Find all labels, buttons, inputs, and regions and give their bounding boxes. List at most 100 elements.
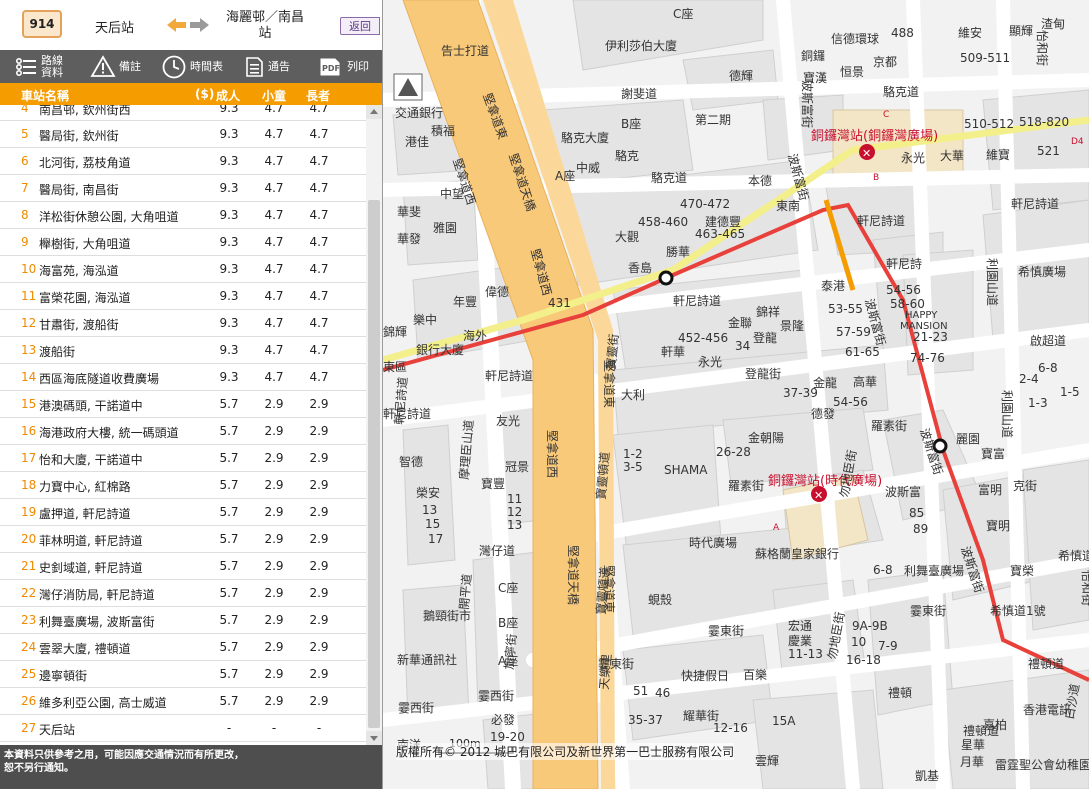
building-label: 星華 [961,738,985,752]
building-label: 榮安 [416,485,440,500]
fare-row[interactable]: 18 力寶中心, 紅棉路 5.7 2.9 2.9 [0,472,366,499]
bus-stop-marker[interactable] [658,270,674,286]
fare-row[interactable]: 5 醫局街, 欽州街 9.3 4.7 4.7 [0,121,366,148]
building-label: 74-76 [910,351,945,365]
building-label: 波斯富 [885,484,921,499]
fare-row[interactable]: 9 櫸樹街, 大角咀道 9.3 4.7 4.7 [0,229,366,256]
building-label: 寶榮 [1010,563,1034,578]
fare-row[interactable]: 27 天后站 - - - [0,715,366,742]
fare-row[interactable]: 12 甘肅街, 渡船街 9.3 4.7 4.7 [0,310,366,337]
notice-button[interactable]: 通告 [243,50,290,83]
fare-row[interactable]: 20 菲林明道, 軒尼詩道 5.7 2.9 2.9 [0,526,366,553]
fare-row[interactable]: 23 利舞臺廣場, 波斯富街 5.7 2.9 2.9 [0,607,366,634]
fare-row[interactable]: 24 雲翠大廈, 禮頓道 5.7 2.9 2.9 [0,634,366,661]
fare-row[interactable]: 22 灣仔消防局, 軒尼詩道 5.7 2.9 2.9 [0,580,366,607]
remarks-button[interactable]: 備註 [90,50,141,83]
fare-child: 4.7 [264,343,284,357]
building-label: 信德環球 [831,31,879,46]
svg-text:PDF: PDF [322,64,340,73]
building-label: 12-16 [713,721,748,735]
fare-row[interactable]: 8 洋松街休憩公園, 大角咀道 9.3 4.7 4.7 [0,202,366,229]
building-label: 15A [772,714,796,728]
building-label: 54-56 [886,283,921,297]
building-label: 時代廣場 [689,536,737,550]
fare-adult: 5.7 [219,586,239,600]
fare-row[interactable]: 25 邊寧頓街 5.7 2.9 2.9 [0,661,366,688]
building-label: 13 [422,503,437,517]
fare-adult: 9.3 [219,262,239,276]
building-label: 26-28 [716,445,751,459]
building-label: 6-8 [1038,361,1058,375]
col-senior: 長者 [306,89,331,103]
fare-senior: 2.9 [309,667,329,681]
fare-adult: 9.3 [219,316,239,330]
fare-list-scrollbar[interactable] [366,105,382,745]
building-label: 銀行大廈 [416,342,464,357]
fare-senior: 4.7 [309,127,329,141]
fare-row[interactable]: 4 南昌邨, 欽州街西 9.3 4.7 4.7 [0,105,366,121]
fare-senior: 4.7 [309,316,329,330]
scroll-down-arrow-icon[interactable] [366,731,382,745]
fare-list[interactable]: 4 南昌邨, 欽州街西 9.3 4.7 4.7 5 醫局街, 欽州街 9.3 4.7 4.7 6 北河… [0,105,366,745]
fare-row[interactable]: 6 北河街, 荔枝角道 9.3 4.7 4.7 [0,148,366,175]
building-label: 518-820 [1019,115,1069,129]
print-button[interactable]: PDF 列印 [318,50,369,83]
fare-seq: 4 [21,105,29,115]
fare-senior: 2.9 [309,613,329,627]
fare-row[interactable]: 21 史釗域道, 軒尼詩道 5.7 2.9 2.9 [0,553,366,580]
route-info-button[interactable]: 路線資料 [14,50,67,83]
fare-senior: 4.7 [309,181,329,195]
fare-row[interactable]: 19 盧押道, 軒尼詩道 5.7 2.9 2.9 [0,499,366,526]
building-label: 大華 [940,149,964,163]
fare-stop-name: 盧押道, 軒尼詩道 [39,507,131,521]
fare-child: 4.7 [264,316,284,330]
fare-senior: 2.9 [309,505,329,519]
fare-stop-name: 灣仔消防局, 軒尼詩道 [39,588,155,602]
back-button[interactable]: 返回 [340,17,380,35]
timetable-label: 時間表 [190,59,223,73]
building-label: 華發 [397,231,421,246]
building-label: 金朝陽 [748,430,784,445]
fare-row[interactable]: 13 渡船街 9.3 4.7 4.7 [0,337,366,364]
fare-row[interactable]: 14 西區海底隧道收費廣場 9.3 4.7 4.7 [0,364,366,391]
fare-seq: 20 [21,532,37,546]
fare-child: 4.7 [264,208,284,222]
fare-row[interactable]: 16 海港政府大樓, 統一碼頭道 5.7 2.9 2.9 [0,418,366,445]
direction-arrows-icon[interactable] [165,14,211,36]
building-label: 偉德 [485,284,509,299]
building-label: 1-5 [1060,385,1080,399]
fare-row[interactable]: 15 港澳碼頭, 干諾道中 5.7 2.9 2.9 [0,391,366,418]
svg-text:D4: D4 [1071,137,1084,147]
street-label: 利園山道 [985,258,999,306]
mtr-icon[interactable]: ✕ [859,144,875,160]
building-label: 渣甸 [1041,17,1065,31]
fare-seq: 13 [21,343,37,357]
street-label: 霎東街 [910,604,946,618]
map-canvas[interactable]: ✕ ✕ 銅鑼灣站(銅鑼灣廣場) 銅鑼灣站(時代廣場) 軒尼詩道 軒尼詩道 軒尼詩… [383,0,1089,789]
fare-stop-name: 西區海底隧道收費廣場 [39,372,160,386]
street-label: 天樂里 [596,653,614,690]
timetable-button[interactable]: 時間表 [161,50,223,83]
building-label: 新華通訊社 [397,652,457,667]
fare-adult: 5.7 [219,559,239,573]
route-map[interactable]: ✕ ✕ 銅鑼灣站(銅鑼灣廣場) 銅鑼灣站(時代廣場) 軒尼詩道 軒尼詩道 軒尼詩… [383,0,1089,789]
fare-row[interactable]: 7 醫局街, 南昌街 9.3 4.7 4.7 [0,175,366,202]
building-label: A座 [498,653,518,668]
fare-row[interactable]: 26 維多利亞公園, 高士威道 5.7 2.9 2.9 [0,688,366,715]
fare-row[interactable]: 17 怡和大廈, 干諾道中 5.7 2.9 2.9 [0,445,366,472]
scroll-up-arrow-icon[interactable] [366,105,382,119]
fare-child: 4.7 [264,262,284,276]
building-label: 富明 [978,482,1002,497]
scroll-thumb[interactable] [368,200,380,728]
building-label: 慶業 [788,634,812,648]
building-label: 寶明 [986,518,1010,533]
building-label: 57-59 [836,325,871,339]
fare-stop-name: 維多利亞公園, 高士威道 [39,696,167,710]
fare-child: 2.9 [264,478,284,492]
building-label: 11-13 [788,647,823,661]
fare-senior: 2.9 [309,532,329,546]
fare-row[interactable]: 11 富榮花園, 海泓道 9.3 4.7 4.7 [0,283,366,310]
fare-row[interactable]: 10 海富苑, 海泓道 9.3 4.7 4.7 [0,256,366,283]
fare-adult: 9.3 [219,289,239,303]
building-label: 452-456 [678,331,728,345]
